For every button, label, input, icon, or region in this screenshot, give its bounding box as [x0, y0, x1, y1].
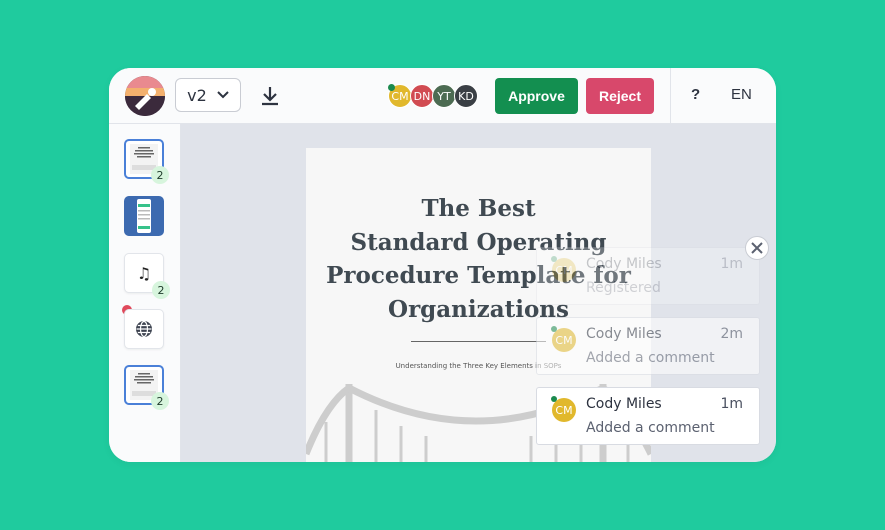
comment-author: Cody Miles [586, 396, 662, 412]
music-note-icon: ♫ [136, 263, 152, 283]
comment-time: 1m [720, 256, 743, 272]
reject-button[interactable]: Reject [586, 78, 654, 114]
sidebar-item-screenshot[interactable] [124, 196, 164, 236]
help-button[interactable]: ? [691, 86, 700, 103]
brand-logo[interactable] [125, 76, 165, 116]
comment-count-badge: 2 [151, 166, 169, 184]
comment-author: Cody Miles [586, 256, 662, 272]
download-icon[interactable] [259, 84, 281, 108]
comment-card[interactable]: CM Cody Miles 2m Added a comment [536, 317, 760, 375]
sidebar-item-document[interactable]: 2 [124, 365, 169, 410]
avatar[interactable]: DN [410, 84, 434, 108]
toolbar-divider [670, 68, 671, 123]
title-underline [411, 341, 546, 342]
avatar[interactable]: KD [454, 84, 478, 108]
comment-count-badge: 2 [151, 392, 169, 410]
sidebar-item-document[interactable]: 2 [124, 139, 169, 184]
online-indicator [551, 326, 557, 332]
online-indicator [551, 396, 557, 402]
comment-text: Added a comment [586, 420, 715, 436]
comment-text: Added a comment [586, 350, 715, 366]
comment-count-badge: 2 [152, 281, 170, 299]
comment-text: Registered [586, 280, 661, 296]
screenshot-thumbnail-icon [137, 199, 151, 233]
version-label: v2 [187, 85, 207, 105]
comment-time: 2m [720, 326, 743, 342]
comment-time: 1m [720, 396, 743, 412]
avatar[interactable]: YT [432, 84, 456, 108]
close-icon [751, 242, 763, 254]
chevron-down-icon [217, 91, 229, 99]
version-dropdown[interactable]: v2 [175, 78, 241, 112]
globe-icon [136, 320, 152, 338]
app-window: v2 CM DN YT KD Approve Reject ? EN 2 ♫ 2… [109, 68, 776, 462]
comment-card[interactable]: CM Cody Miles 1m Registered [536, 247, 760, 305]
avatar: CM [552, 258, 576, 282]
avatar: CM [552, 398, 576, 422]
online-indicator [388, 84, 395, 91]
avatar[interactable]: CM [388, 84, 412, 108]
avatar: CM [552, 328, 576, 352]
top-toolbar: v2 CM DN YT KD Approve Reject ? EN [109, 68, 776, 124]
sidebar-item-website[interactable] [124, 309, 164, 349]
comment-card[interactable]: CM Cody Miles 1m Added a comment [536, 387, 760, 445]
asset-sidebar: 2 ♫ 2 2 [109, 124, 181, 462]
approve-button[interactable]: Approve [495, 78, 578, 114]
comment-author: Cody Miles [586, 326, 662, 342]
sidebar-item-audio[interactable]: ♫ 2 [124, 253, 170, 299]
online-indicator [551, 256, 557, 262]
close-comments-button[interactable] [745, 236, 769, 260]
language-selector[interactable]: EN [731, 86, 752, 103]
